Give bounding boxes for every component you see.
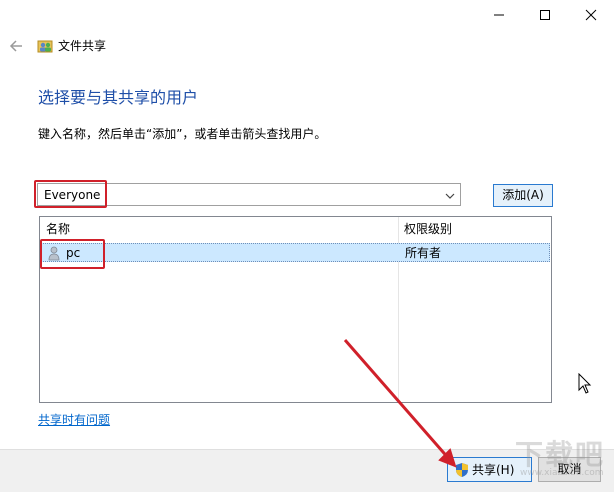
watermark: 下载吧 <box>515 438 606 471</box>
close-button[interactable] <box>568 0 614 30</box>
list-item[interactable]: pc 所有者 <box>41 243 550 262</box>
maximize-button[interactable] <box>522 0 568 30</box>
add-button[interactable]: 添加(A) <box>493 184 553 207</box>
share-button-label: 共享(H) <box>472 463 515 477</box>
instruction-text: 键入名称，然后单击“添加”，或者单击箭头查找用户。 <box>38 127 327 141</box>
minimize-button[interactable] <box>476 0 522 30</box>
page-heading: 选择要与其共享的用户 <box>38 88 199 107</box>
combobox-dropdown-button[interactable] <box>444 188 456 202</box>
back-button[interactable] <box>6 36 26 56</box>
window-title: 文件共享 <box>58 39 107 53</box>
maximize-icon <box>540 10 550 20</box>
watermark-url: www.xiazaiba.com <box>520 468 604 478</box>
mouse-cursor-icon <box>578 372 594 395</box>
list-item-permission[interactable]: 所有者 <box>405 245 441 261</box>
file-sharing-users-icon <box>37 38 53 54</box>
column-header-permission[interactable]: 权限级别 <box>404 217 452 241</box>
user-list[interactable]: 名称 权限级别 pc 所有者 <box>39 216 552 403</box>
close-icon <box>585 9 597 21</box>
uac-shield-icon <box>455 462 469 478</box>
highlight-box-user <box>40 239 105 269</box>
sharing-help-link[interactable]: 共享时有问题 <box>38 412 110 428</box>
column-header-name[interactable]: 名称 <box>46 217 70 241</box>
minimize-icon <box>494 14 504 16</box>
back-arrow-icon <box>9 40 22 52</box>
highlight-box-input <box>34 180 107 208</box>
chevron-down-icon <box>445 193 455 199</box>
